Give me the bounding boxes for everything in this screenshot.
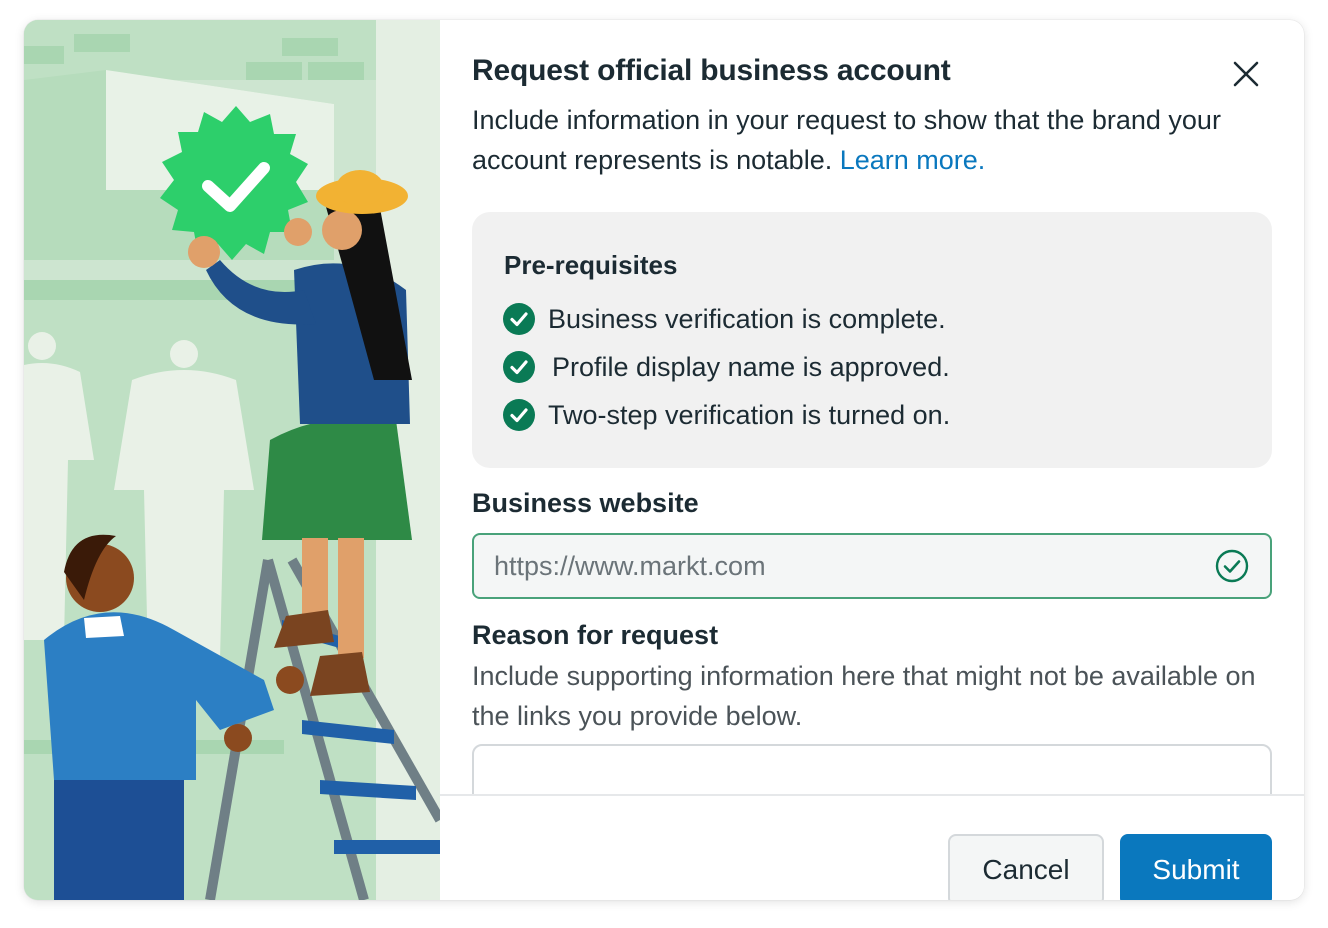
check-circle-icon (503, 351, 535, 383)
prerequisite-label: Business verification is complete. (548, 303, 946, 334)
close-button[interactable] (1226, 54, 1266, 94)
prerequisite-label: Two-step verification is turned on. (548, 399, 951, 430)
dialog-description: Include information in your request to s… (472, 100, 1252, 180)
check-circle-icon (503, 399, 535, 431)
prerequisite-label: Profile display name is approved. (552, 351, 950, 382)
hero-illustration (24, 20, 440, 900)
prerequisite-item: Profile display name is approved. (502, 350, 950, 384)
valid-check-icon (1215, 549, 1249, 583)
learn-more-link[interactable]: Learn more. (840, 145, 986, 175)
dialog-footer: Cancel Submit (440, 794, 1304, 900)
prerequisite-item: Two-step verification is turned on. (502, 398, 950, 432)
reason-help-text: Include supporting information here that… (472, 661, 1256, 731)
close-icon (1233, 61, 1259, 87)
prerequisites-card: Pre-requisites Business verification is … (472, 212, 1272, 468)
check-circle-icon (503, 303, 535, 335)
request-dialog: Request official business account Includ… (24, 20, 1304, 900)
business-website-input[interactable] (494, 550, 1214, 582)
submit-button[interactable]: Submit (1120, 834, 1272, 900)
prerequisites-title: Pre-requisites (504, 250, 678, 280)
cancel-button[interactable]: Cancel (948, 834, 1104, 900)
reason-label: Reason for request (472, 620, 719, 650)
business-website-label: Business website (472, 488, 699, 518)
dialog-title: Request official business account (472, 54, 951, 87)
verification-illustration (24, 20, 440, 900)
business-website-field[interactable] (472, 533, 1272, 599)
dialog-content: Request official business account Includ… (440, 20, 1304, 900)
prerequisite-item: Business verification is complete. (502, 302, 946, 336)
